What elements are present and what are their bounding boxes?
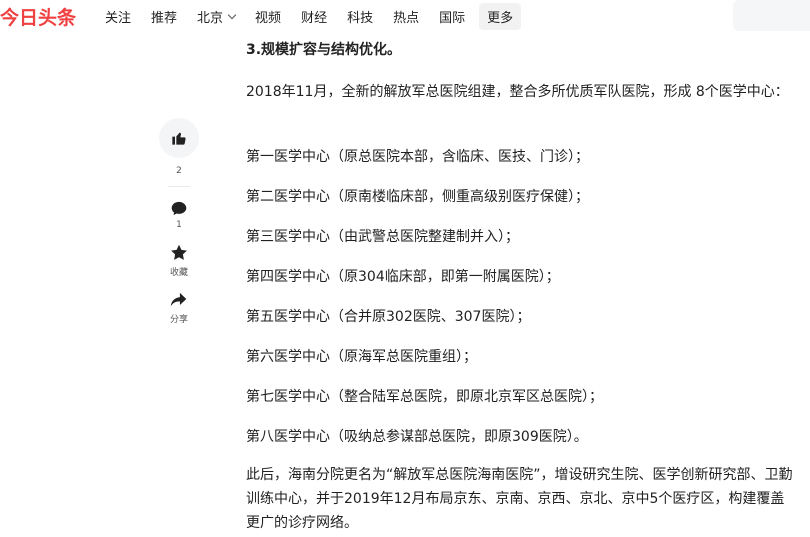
nav-label: 北京: [197, 11, 224, 26]
nav-label: 热点: [393, 11, 420, 26]
nav-label: 财经: [301, 11, 328, 26]
divider: [168, 186, 190, 187]
center-item: 第二医学中心（原南楼临床部，侧重高级别医疗保健）；: [246, 189, 589, 205]
favorite-label: 收藏: [169, 268, 188, 278]
nav-item-hot[interactable]: 热点: [393, 7, 419, 26]
chevron-down-icon: [227, 10, 237, 20]
nav-item-recommend[interactable]: 推荐: [151, 7, 177, 26]
nav-label: 国际: [439, 11, 466, 26]
thumbs-up-icon: [172, 132, 186, 145]
comment-count: 1: [176, 220, 182, 230]
closing-paragraph: 此后，海南分院更名为“解放军总医院海南医院”，增设研究生院、医学创新研究部、卫勤…: [246, 467, 793, 531]
nav-item-following[interactable]: 关注: [105, 7, 131, 26]
center-item: 第一医学中心（原总医院本部，含临床、医技、门诊）；: [246, 149, 589, 165]
nav-label: 更多: [487, 11, 514, 26]
nav-label: 科技: [347, 11, 374, 26]
like-button[interactable]: [159, 118, 199, 158]
center-item: 第三医学中心（由武警总医院整建制并入）；: [246, 229, 519, 245]
center-item: 第五医学中心（合并原302医院、307医院）；: [246, 309, 531, 325]
center-item: 第六医学中心（原海军总医院重组）；: [246, 349, 477, 365]
site-logo[interactable]: 今日头条: [0, 3, 76, 30]
share-icon: [171, 292, 187, 307]
search-input[interactable]: [733, 0, 810, 31]
comment-button[interactable]: 1: [171, 201, 187, 230]
center-item: 第八医学中心（吸纳总参谋部总医院，即原309医院）。: [246, 429, 588, 445]
top-navbar: 今日头条 关注 推荐 北京 视频 财经 科技 热点 国际 更多: [0, 0, 810, 33]
star-icon: [171, 244, 187, 260]
center-item: 第四医学中心（原304临床部，即第一附属医院）；: [246, 269, 560, 285]
like-count: 2: [176, 166, 182, 176]
nav-label: 推荐: [151, 11, 178, 26]
nav-item-finance[interactable]: 财经: [301, 7, 327, 26]
share-button[interactable]: 分享: [170, 292, 188, 325]
channel-nav: 关注 推荐 北京 视频 财经 科技 热点 国际 更多: [105, 0, 541, 33]
nav-item-tech[interactable]: 科技: [347, 7, 373, 26]
section-title: 3.规模扩容与结构优化。: [246, 42, 402, 58]
intro-paragraph: 2018年11月，全新的解放军总医院组建，整合多所优质军队医院，形成 8个医学中…: [246, 84, 789, 100]
nav-label: 视频: [255, 11, 282, 26]
nav-item-international[interactable]: 国际: [439, 7, 465, 26]
share-label: 分享: [169, 315, 188, 325]
center-item: 第七医学中心（整合陆军总医院，即原北京军区总医院）；: [246, 389, 603, 405]
favorite-button[interactable]: 收藏: [170, 244, 188, 278]
nav-label: 关注: [105, 11, 132, 26]
nav-item-beijing[interactable]: 北京: [197, 7, 237, 26]
comment-icon: [171, 201, 187, 216]
article-action-bar: 2 1 收藏 分享: [158, 118, 200, 325]
nav-item-video[interactable]: 视频: [255, 7, 281, 26]
nav-more-button[interactable]: 更多: [479, 3, 522, 30]
